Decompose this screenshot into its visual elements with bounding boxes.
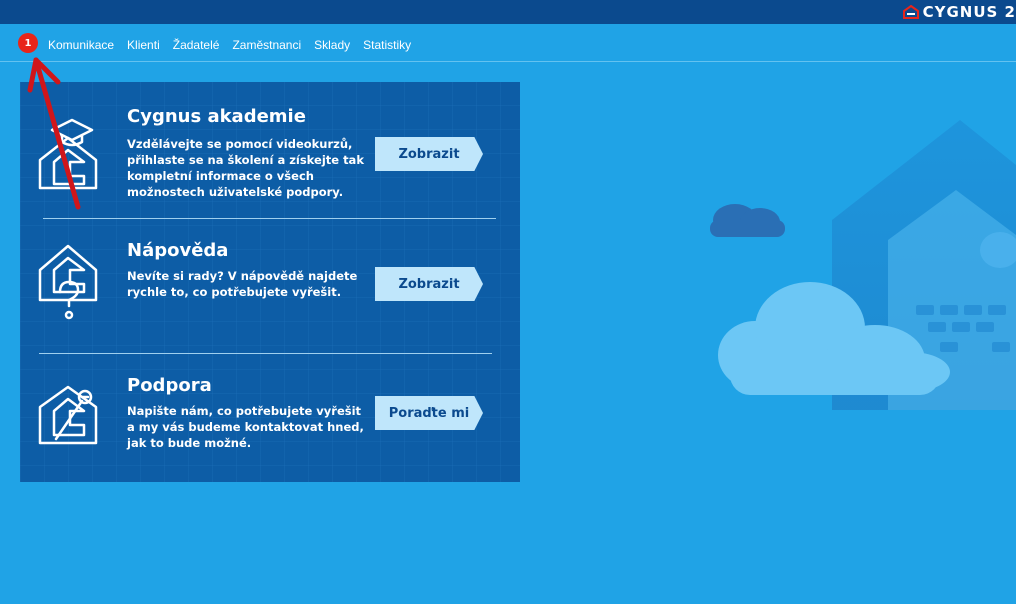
section-title: Nápověda <box>127 240 229 261</box>
section-title: Podpora <box>127 375 212 396</box>
nav-item-statistiky[interactable]: Statistiky <box>363 38 411 52</box>
section-podpora: Podpora Napište nám, co potřebujete vyře… <box>20 353 520 482</box>
section-description: Nevíte si rady? V nápovědě najdete rychl… <box>127 269 358 299</box>
napoveda-show-button[interactable]: Zobrazit <box>375 267 483 301</box>
wrench-house-icon <box>38 385 98 445</box>
section-akademie: Cygnus akademie Vzdělávejte se pomocí vi… <box>20 82 520 212</box>
house-cloud-illustration <box>710 120 1016 410</box>
nav-items: Komunikace Klienti Žadatelé Zaměstnanci … <box>48 38 411 52</box>
help-panel: Cygnus akademie Vzdělávejte se pomocí vi… <box>20 82 520 482</box>
section-title: Cygnus akademie <box>127 106 306 127</box>
nav-item-klienti[interactable]: Klienti <box>127 38 160 52</box>
annotation-arrow-head-right <box>33 57 61 85</box>
brand-name: CYGNUS 2 <box>922 3 1016 21</box>
question-house-icon <box>38 244 98 320</box>
nav-item-zadatele[interactable]: Žadatelé <box>173 38 220 52</box>
nav-item-zamestnanci[interactable]: Zaměstnanci <box>232 38 301 52</box>
brand-logo: CYGNUS 2 <box>902 3 1016 21</box>
top-bar: CYGNUS 2 <box>0 0 1016 24</box>
annotation-badge: 1 <box>18 33 38 53</box>
graduation-house-icon <box>38 118 98 190</box>
section-description: Napište nám, co potřebujete vyřešit a my… <box>127 404 364 450</box>
nav-item-sklady[interactable]: Sklady <box>314 38 350 52</box>
nav-item-komunikace[interactable]: Komunikace <box>48 38 114 52</box>
section-description: Vzdělávejte se pomocí videokurzů, přihla… <box>127 137 364 199</box>
akademie-show-button[interactable]: Zobrazit <box>375 137 483 171</box>
cygnus-logo-icon <box>902 5 919 19</box>
podpora-advise-button[interactable]: Poraďte mi <box>375 396 483 430</box>
section-napoveda: Nápověda Nevíte si rady? V nápovědě najd… <box>20 218 520 348</box>
